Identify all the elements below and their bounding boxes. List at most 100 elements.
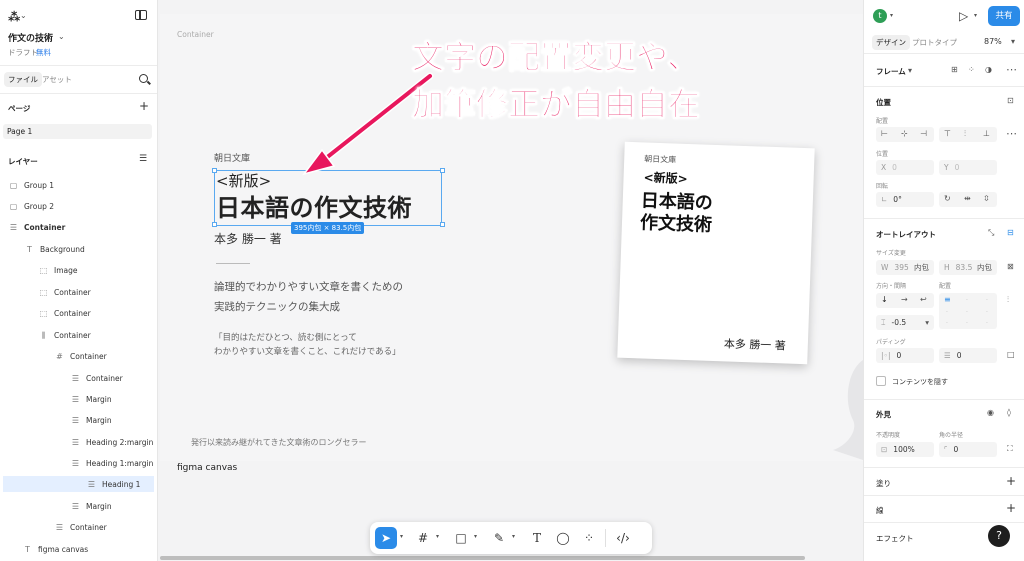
align-top-icon[interactable]: ⊤ — [944, 129, 951, 138]
dev-mode-icon[interactable]: ‹/› — [612, 527, 634, 549]
chevron-down-icon[interactable]: ▾ — [890, 12, 893, 19]
layer-item[interactable]: ▢ Group 1 — [3, 177, 154, 193]
book-cover[interactable]: 朝日文庫 <新版> 日本語の 作文技術 本多 勝一 著 — [617, 141, 815, 365]
description-line[interactable]: 論理的でわかりやすい文章を書くための — [214, 279, 403, 294]
frame-label[interactable]: フレーム — [876, 66, 906, 77]
move-tool-icon[interactable]: ➤ — [375, 527, 397, 549]
y-field[interactable]: Y0 — [939, 160, 997, 175]
layer-list-icon[interactable]: ☰ — [139, 155, 147, 164]
settings-icon[interactable]: ⫶ — [1007, 295, 1009, 305]
quote-line[interactable]: 「目的はただひとつ、読む側にとって — [214, 331, 357, 343]
description-line[interactable]: 実践的テクニックの集大成 — [214, 299, 340, 314]
chevron-down-icon[interactable]: ▾ — [474, 533, 477, 540]
components-tool-icon[interactable]: ⁘ — [578, 527, 600, 549]
clip-content-checkbox[interactable] — [876, 376, 886, 386]
rotate-icon[interactable]: ↻ — [944, 194, 951, 203]
frame-tool-icon[interactable]: # — [412, 527, 434, 549]
layer-item[interactable]: T Background — [3, 241, 154, 257]
x-field[interactable]: X0 — [876, 160, 934, 175]
layer-item[interactable]: ☰ Container — [3, 219, 154, 235]
arrow-down-icon[interactable]: ↓ — [881, 295, 888, 304]
alignment-dot[interactable]: · — [946, 309, 948, 316]
wrap-icon[interactable]: ↩ — [920, 295, 927, 304]
comment-tool-icon[interactable]: ◯ — [552, 527, 574, 549]
flip-vertical-icon[interactable]: ⇳ — [983, 194, 990, 203]
height-field[interactable]: H 83.5 内包 — [939, 260, 997, 275]
align-middle-icon[interactable]: ⫶ — [964, 129, 966, 139]
footer-text[interactable]: 発行以来読み継がれてきた文章術のロングセラー — [191, 437, 367, 448]
rotation-field[interactable]: ∟ 0° — [876, 192, 934, 207]
figma-logo-icon[interactable]: ⁂ — [8, 10, 20, 24]
alignment-dot[interactable]: · — [966, 297, 968, 304]
chevron-down-icon[interactable]: ▾ — [1011, 37, 1015, 46]
layer-item[interactable]: ☰ Margin — [3, 412, 154, 428]
layer-item[interactable]: ⬚ Image — [3, 262, 154, 278]
collapse-icon[interactable]: ⤡ — [988, 228, 994, 238]
padding-horizontal-field[interactable]: |◦| 0 — [876, 348, 934, 363]
file-title[interactable]: 作文の技術 — [8, 31, 53, 44]
alignment-dot[interactable]: · — [966, 309, 968, 316]
heading-1[interactable]: 日本語の作文技術 — [216, 188, 412, 223]
alignment-dot[interactable]: · — [986, 297, 988, 304]
layer-item[interactable]: ⫼ Container — [3, 327, 154, 343]
arrow-right-icon[interactable]: → — [901, 295, 908, 304]
radius-field[interactable]: ⌜ 0 — [939, 442, 997, 457]
width-field[interactable]: W 395 内包 — [876, 260, 934, 275]
tab-design[interactable]: デザイン — [872, 35, 910, 50]
resize-to-fit-icon[interactable]: ⊠ — [1007, 262, 1014, 271]
gap-field[interactable]: ⌶ -0.5 ▾ — [876, 315, 934, 330]
alignment-dot[interactable]: · — [946, 320, 948, 327]
share-button[interactable]: 共有 — [988, 6, 1020, 26]
tab-prototype[interactable]: プロトタイプ — [912, 37, 957, 48]
pen-tool-icon[interactable]: ✎ — [488, 527, 510, 549]
play-icon[interactable]: ▷ — [959, 9, 968, 23]
flip-horizontal-icon[interactable]: ⇹ — [964, 194, 971, 203]
layer-item[interactable]: ☰ Container — [3, 370, 154, 386]
quote-line[interactable]: わかりやすい文章を書くこと、これだけである」 — [214, 345, 401, 357]
chevron-down-icon[interactable]: ▾ — [974, 12, 977, 19]
more-icon[interactable]: ⋯ — [1006, 127, 1017, 140]
component-icon[interactable]: ⁘ — [968, 65, 975, 74]
layer-item[interactable]: ▢ Group 2 — [3, 198, 154, 214]
eye-icon[interactable]: ◉ — [987, 408, 994, 417]
padding-vertical-field[interactable]: ☰ 0 — [939, 348, 997, 363]
chevron-down-icon[interactable]: ▾ — [436, 533, 439, 540]
alignment-dot[interactable]: · — [986, 320, 988, 327]
resize-handle[interactable] — [440, 222, 445, 227]
sidebar-toggle-icon[interactable] — [135, 10, 147, 20]
layer-item[interactable]: ☰ Margin — [3, 498, 154, 514]
layer-item[interactable]: Tfigma canvas — [3, 541, 154, 557]
text-tool-icon[interactable]: T — [526, 527, 548, 549]
resize-handle[interactable] — [440, 168, 445, 173]
chevron-down-icon[interactable]: ⌄ — [58, 32, 65, 41]
layer-item[interactable]: ⬚ Container — [3, 284, 154, 300]
align-bottom-icon[interactable]: ⊥ — [983, 129, 990, 138]
opacity-field[interactable]: ⊡ 100% — [876, 442, 934, 457]
author-text[interactable]: 本多 勝一 著 — [214, 230, 282, 247]
tab-file[interactable]: ファイル — [4, 72, 42, 87]
zoom-level[interactable]: 87% — [984, 37, 1002, 46]
layer-item[interactable]: # Container — [3, 348, 154, 364]
drop-icon[interactable]: ◊ — [1007, 408, 1011, 417]
align-top-left-icon[interactable]: ≡ — [944, 295, 951, 304]
frame-label[interactable]: Container — [177, 30, 214, 39]
expand-corners-icon[interactable]: ⛶ — [1007, 444, 1013, 454]
rectangle-tool-icon[interactable]: □ — [450, 527, 472, 549]
chevron-down-icon[interactable]: ▾ — [512, 533, 515, 540]
canvas-label[interactable]: figma canvas — [177, 463, 237, 473]
search-icon[interactable] — [139, 74, 148, 83]
add-stroke-icon[interactable]: + — [1006, 502, 1016, 514]
layer-item[interactable]: ⬚ Container — [3, 305, 154, 321]
auto-layout-icon[interactable]: ⊟ — [1007, 228, 1014, 237]
align-right-icon[interactable]: ⊣ — [920, 129, 927, 138]
page-item-1[interactable]: Page 1 — [3, 124, 152, 139]
constraints-icon[interactable]: ⊡ — [1007, 96, 1014, 105]
chevron-down-icon[interactable]: ▾ — [908, 66, 912, 75]
mask-icon[interactable]: ◑ — [985, 65, 992, 74]
avatar[interactable]: t — [873, 9, 887, 23]
grid-icon[interactable]: ⊞ — [951, 65, 958, 74]
align-left-icon[interactable]: ⊢ — [881, 129, 888, 138]
horizontal-scrollbar[interactable] — [160, 556, 805, 560]
chevron-down-icon[interactable]: ▾ — [925, 318, 929, 327]
chevron-down-icon[interactable]: ▾ — [400, 533, 403, 540]
